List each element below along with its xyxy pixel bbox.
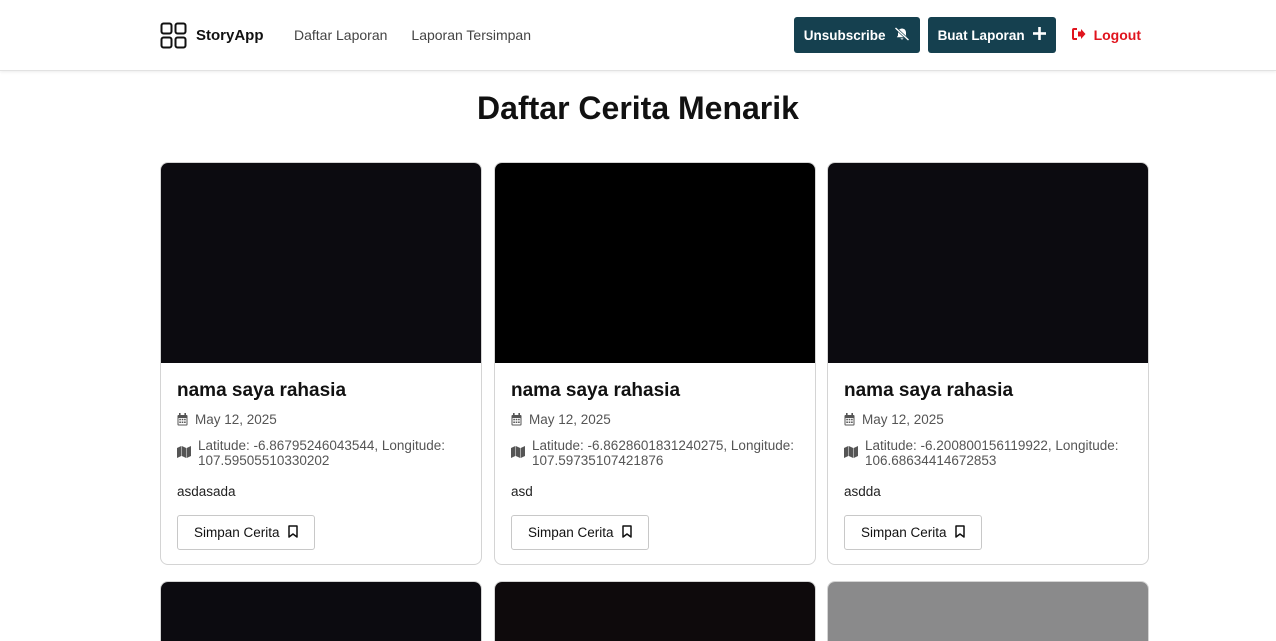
bookmark-icon	[954, 524, 965, 541]
nav-link-laporan-tersimpan[interactable]: Laporan Tersimpan	[411, 27, 531, 43]
story-date: May 12, 2025	[862, 412, 944, 427]
story-location: Latitude: -6.86795246043544, Longitude: …	[198, 438, 445, 468]
save-story-label: Simpan Cerita	[528, 525, 614, 540]
map-icon	[177, 445, 191, 461]
story-name: nama saya rahasia	[177, 380, 347, 401]
bookmark-icon	[287, 524, 298, 541]
bell-slash-icon	[894, 26, 910, 44]
story-location-row: Latitude: -6.86795246043544, Longitude: …	[177, 438, 465, 468]
story-location: Latitude: -6.8628601831240275, Longitude…	[532, 438, 794, 468]
create-report-button[interactable]: Buat Laporan	[927, 17, 1056, 53]
story-date: May 12, 2025	[195, 412, 277, 427]
story-description: asdda	[844, 484, 881, 499]
bookmark-icon	[621, 524, 632, 541]
story-location-row: Latitude: -6.200800156119922, Longitude:…	[844, 438, 1132, 468]
story-card-partial	[494, 581, 816, 641]
map-icon	[844, 445, 858, 461]
story-card-body: nama saya rahasia May 12, 2025 Latitude:…	[828, 363, 1148, 550]
story-image	[161, 163, 481, 363]
save-story-label: Simpan Cerita	[194, 525, 280, 540]
story-date-row: May 12, 2025	[177, 412, 465, 429]
unsubscribe-label: Unsubscribe	[803, 27, 886, 43]
story-image	[828, 163, 1148, 363]
nav-actions: Unsubscribe Buat Laporan Logout	[793, 17, 1141, 53]
story-card: nama saya rahasia May 12, 2025 Latitude:…	[827, 162, 1149, 565]
story-name: nama saya rahasia	[511, 380, 681, 401]
unsubscribe-button[interactable]: Unsubscribe	[793, 17, 920, 53]
story-card-body: nama saya rahasia May 12, 2025 Latitude:…	[495, 363, 815, 550]
story-card: nama saya rahasia May 12, 2025 Latitude:…	[494, 162, 816, 565]
story-date-row: May 12, 2025	[511, 412, 799, 429]
plus-icon	[1032, 27, 1046, 43]
story-description: asdasada	[177, 484, 236, 499]
sign-out-icon	[1071, 27, 1086, 43]
story-image	[495, 163, 815, 363]
calendar-icon	[511, 412, 522, 429]
story-card: nama saya rahasia May 12, 2025 Latitude:…	[160, 162, 482, 565]
story-description: asd	[511, 484, 533, 499]
story-date-row: May 12, 2025	[844, 412, 1132, 429]
story-location: Latitude: -6.200800156119922, Longitude:…	[865, 438, 1119, 468]
story-date: May 12, 2025	[529, 412, 611, 427]
page-title: Daftar Cerita Menarik	[477, 90, 799, 126]
story-image	[161, 582, 481, 641]
calendar-icon	[844, 412, 855, 429]
save-story-button[interactable]: Simpan Cerita	[844, 515, 982, 550]
grid-icon	[160, 22, 187, 49]
brand[interactable]: StoryApp	[160, 22, 264, 49]
save-story-button[interactable]: Simpan Cerita	[511, 515, 649, 550]
main-nav: Daftar Laporan Laporan Tersimpan	[294, 27, 531, 43]
story-location-row: Latitude: -6.8628601831240275, Longitude…	[511, 438, 799, 468]
save-story-label: Simpan Cerita	[861, 525, 947, 540]
story-name: nama saya rahasia	[844, 380, 1014, 401]
nav-link-daftar-laporan[interactable]: Daftar Laporan	[294, 27, 387, 43]
logout-label: Logout	[1093, 27, 1141, 43]
story-card-body: nama saya rahasia May 12, 2025 Latitude:…	[161, 363, 481, 550]
story-card-partial	[827, 581, 1149, 641]
save-story-button[interactable]: Simpan Cerita	[177, 515, 315, 550]
story-image	[828, 582, 1148, 641]
navbar: StoryApp Daftar Laporan Laporan Tersimpa…	[0, 0, 1276, 71]
calendar-icon	[177, 412, 188, 429]
map-icon	[511, 445, 525, 461]
logout-button[interactable]: Logout	[1071, 27, 1141, 43]
create-report-label: Buat Laporan	[937, 27, 1025, 43]
story-card-partial	[160, 581, 482, 641]
brand-name: StoryApp	[196, 27, 264, 44]
story-image	[495, 582, 815, 641]
